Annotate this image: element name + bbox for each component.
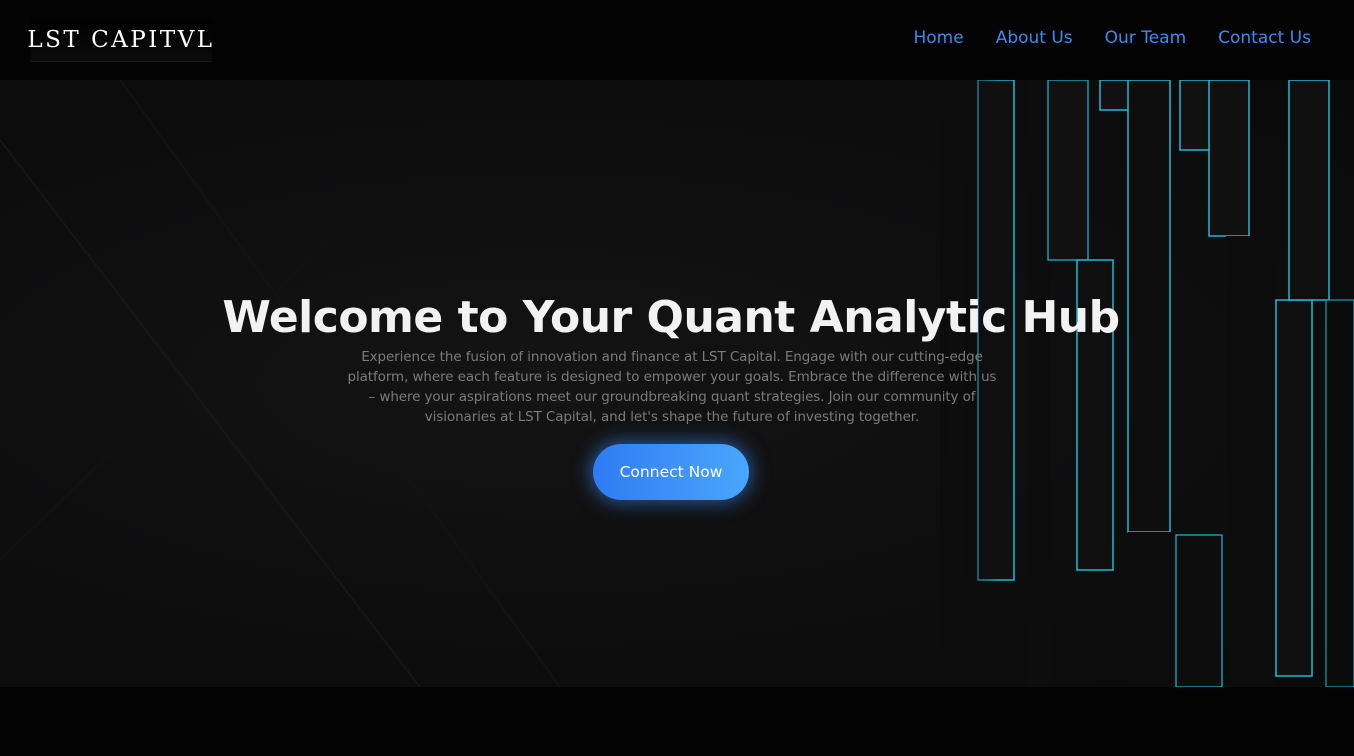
candlestick-columns [964,80,1354,687]
nav-link-contact-us[interactable]: Contact Us [1218,28,1311,48]
main-nav: Home About Us Our Team Contact Us [913,28,1311,48]
brand-logo[interactable]: LST CAPITVL [27,19,215,62]
hero-description: Experience the fusion of innovation and … [347,348,997,425]
connect-now-button[interactable]: Connect Now [593,444,749,500]
hero-section: Welcome to Your Quant Analytic Hub Exper… [0,80,1354,687]
brand-logo-text: LST CAPITVL [27,27,215,53]
nav-link-our-team[interactable]: Our Team [1105,28,1186,48]
page-bottom-band [0,687,1354,756]
nav-link-about-us[interactable]: About Us [996,28,1073,48]
nav-link-home[interactable]: Home [913,28,963,48]
hero-title: Welcome to Your Quant Analytic Hub [222,292,1120,344]
site-header: LST CAPITVL Home About Us Our Team Conta… [0,0,1354,80]
